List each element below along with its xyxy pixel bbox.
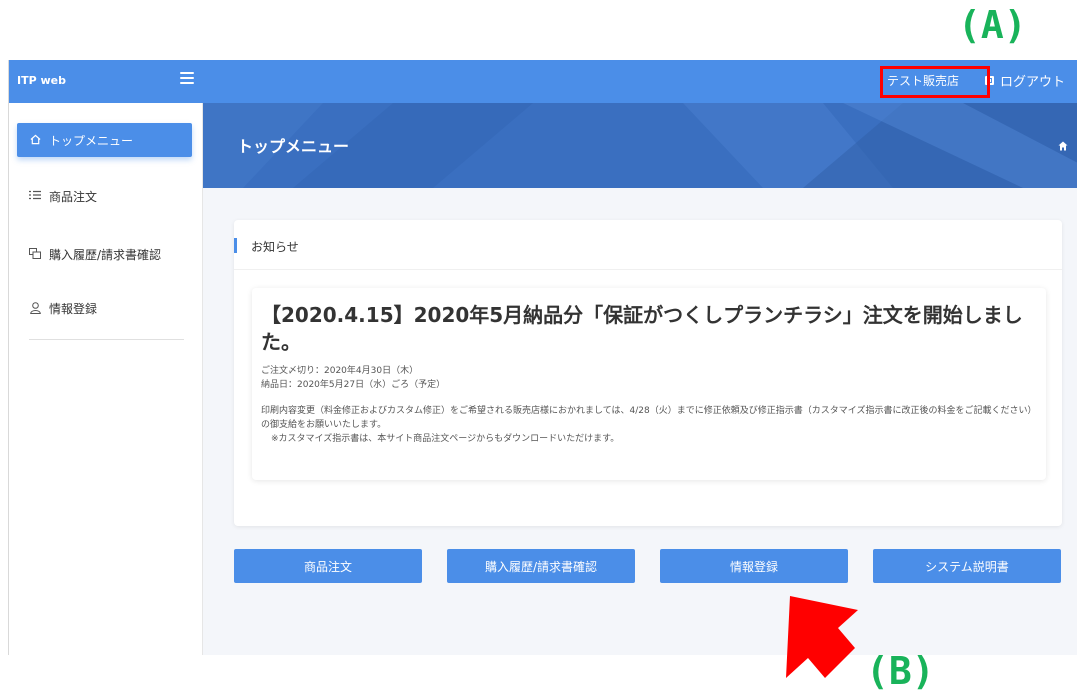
header-accent-bar: [234, 238, 237, 253]
notice-body: 印刷内容変更（料金修正およびカスタム修正）をご希望される販売店様におかれましては…: [261, 406, 1037, 430]
sidebar-item-info-registration[interactable]: 情報登録: [17, 291, 192, 325]
sidebar-item-purchase-history[interactable]: 購入履歴/請求書確認: [17, 237, 192, 271]
notice-title: 【2020.4.15】2020年5月納品分「保証がつくしプランチラシ」注文を開始…: [261, 303, 1023, 354]
sidebar-divider: [29, 339, 184, 340]
sidebar-item-label: トップメニュー: [49, 133, 134, 148]
purchase-history-button[interactable]: 購入履歴/請求書確認: [447, 549, 635, 583]
annotation-a-label: (A): [958, 3, 1027, 47]
home-icon[interactable]: [1058, 136, 1068, 151]
sidebar-item-label: 購入履歴/請求書確認: [49, 247, 162, 262]
product-order-button[interactable]: 商品注文: [234, 549, 422, 583]
button-row: 商品注文 購入履歴/請求書確認 情報登録 システム説明書: [234, 549, 1062, 583]
sidebar: トップメニュー 商品注文 購入履歴/請求書確認 情報登録: [9, 103, 203, 655]
sidebar-item-top-menu[interactable]: トップメニュー: [17, 123, 192, 157]
list-icon: [29, 190, 41, 202]
annotation-b-label: (B): [866, 649, 935, 693]
history-icon: [29, 248, 41, 260]
home-icon: [29, 134, 41, 146]
brand-logo[interactable]: ITP web: [17, 74, 66, 87]
logout-label: ログアウト: [1000, 75, 1066, 90]
app-window: ITP web テスト販売店 ログアウト トップメニュー 商品注文 購入履歴/請…: [8, 60, 1077, 655]
notice-card: お知らせ 【2020.4.15】2020年5月納品分「保証がつくしプランチラシ」…: [234, 220, 1062, 526]
page-banner: トップメニュー: [203, 103, 1077, 188]
notice-deadline: ご注文〆切り：2020年4月30日（木）: [261, 366, 419, 376]
sidebar-item-label: 情報登録: [49, 301, 98, 316]
notice-delivery: 納品日：2020年5月27日（水）ごろ（予定）: [261, 380, 446, 390]
page-title: トップメニュー: [237, 137, 350, 156]
system-manual-button[interactable]: システム説明書: [873, 549, 1061, 583]
user-icon: [29, 302, 41, 314]
menu-toggle-icon[interactable]: [180, 72, 194, 84]
annotation-b-arrow-icon: [786, 596, 858, 678]
card-title: お知らせ: [251, 240, 299, 254]
main-content: トップメニュー お知らせ 【2020.4.15】2020年5月納品分「保証がつく…: [203, 103, 1077, 655]
notice-item: 【2020.4.15】2020年5月納品分「保証がつくしプランチラシ」注文を開始…: [252, 288, 1046, 480]
sidebar-item-product-order[interactable]: 商品注文: [17, 179, 192, 213]
notice-note: ※カスタマイズ指示書は、本サイト商品注文ページからもダウンロードいただけます。: [271, 434, 620, 444]
info-registration-button[interactable]: 情報登録: [660, 549, 848, 583]
annotation-a-box: [880, 66, 990, 98]
sidebar-item-label: 商品注文: [49, 189, 98, 204]
logout-button[interactable]: ログアウト: [985, 71, 1065, 90]
card-header: お知らせ: [234, 220, 1062, 270]
